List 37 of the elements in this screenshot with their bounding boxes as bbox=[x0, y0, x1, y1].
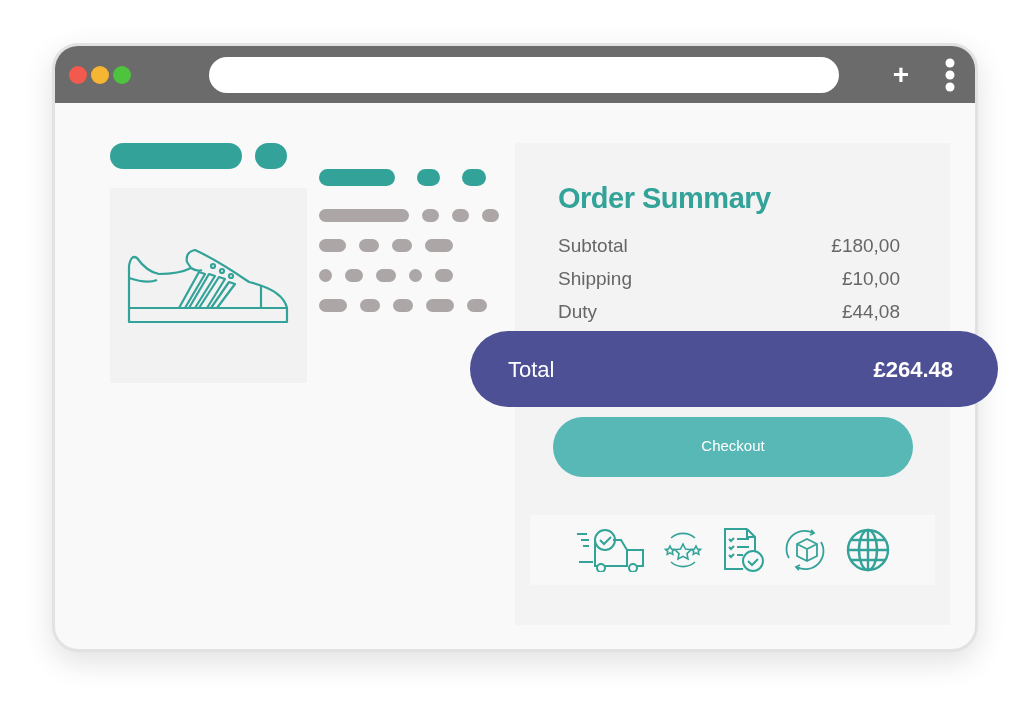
placeholder-bar bbox=[393, 299, 413, 312]
new-tab-button[interactable]: + bbox=[892, 60, 909, 89]
summary-label: Subtotal bbox=[558, 233, 628, 258]
placeholder-bar bbox=[345, 269, 363, 282]
maximize-dot[interactable] bbox=[113, 65, 131, 84]
placeholder-bar bbox=[425, 239, 453, 252]
summary-value: £180,00 bbox=[831, 233, 900, 258]
placeholder-bar bbox=[359, 239, 379, 252]
address-bar[interactable] bbox=[209, 56, 839, 93]
placeholder-bar bbox=[409, 269, 422, 282]
placeholder-bar bbox=[422, 209, 439, 222]
placeholder-bar bbox=[376, 269, 396, 282]
summary-label: Shipping bbox=[558, 266, 632, 291]
placeholder-bar bbox=[426, 299, 454, 312]
delivery-truck-icon bbox=[574, 527, 645, 572]
total-amount: £264.48 bbox=[873, 355, 953, 384]
order-summary-title: Order Summary bbox=[558, 181, 772, 216]
placeholder-bar bbox=[435, 269, 453, 282]
summary-value: £44,08 bbox=[841, 299, 900, 324]
placeholder-bar bbox=[319, 239, 346, 252]
placeholder-bar bbox=[417, 169, 440, 186]
placeholder-bar bbox=[360, 299, 380, 312]
minimize-dot[interactable] bbox=[91, 65, 109, 84]
placeholder-bar bbox=[319, 269, 332, 282]
close-dot[interactable] bbox=[69, 65, 87, 84]
placeholder-bar bbox=[462, 169, 486, 186]
placeholder-bar bbox=[319, 299, 347, 312]
total-label: Total bbox=[508, 355, 555, 384]
placeholder-bar bbox=[467, 299, 487, 312]
menu-icon[interactable] bbox=[945, 57, 955, 92]
placeholder-bar bbox=[255, 143, 287, 169]
placeholder-bar bbox=[392, 239, 412, 252]
globe-icon bbox=[844, 526, 891, 573]
summary-label: Duty bbox=[558, 299, 598, 324]
placeholder-bar bbox=[452, 209, 469, 222]
summary-value: £10,00 bbox=[841, 266, 900, 291]
placeholder-bar bbox=[482, 209, 499, 222]
